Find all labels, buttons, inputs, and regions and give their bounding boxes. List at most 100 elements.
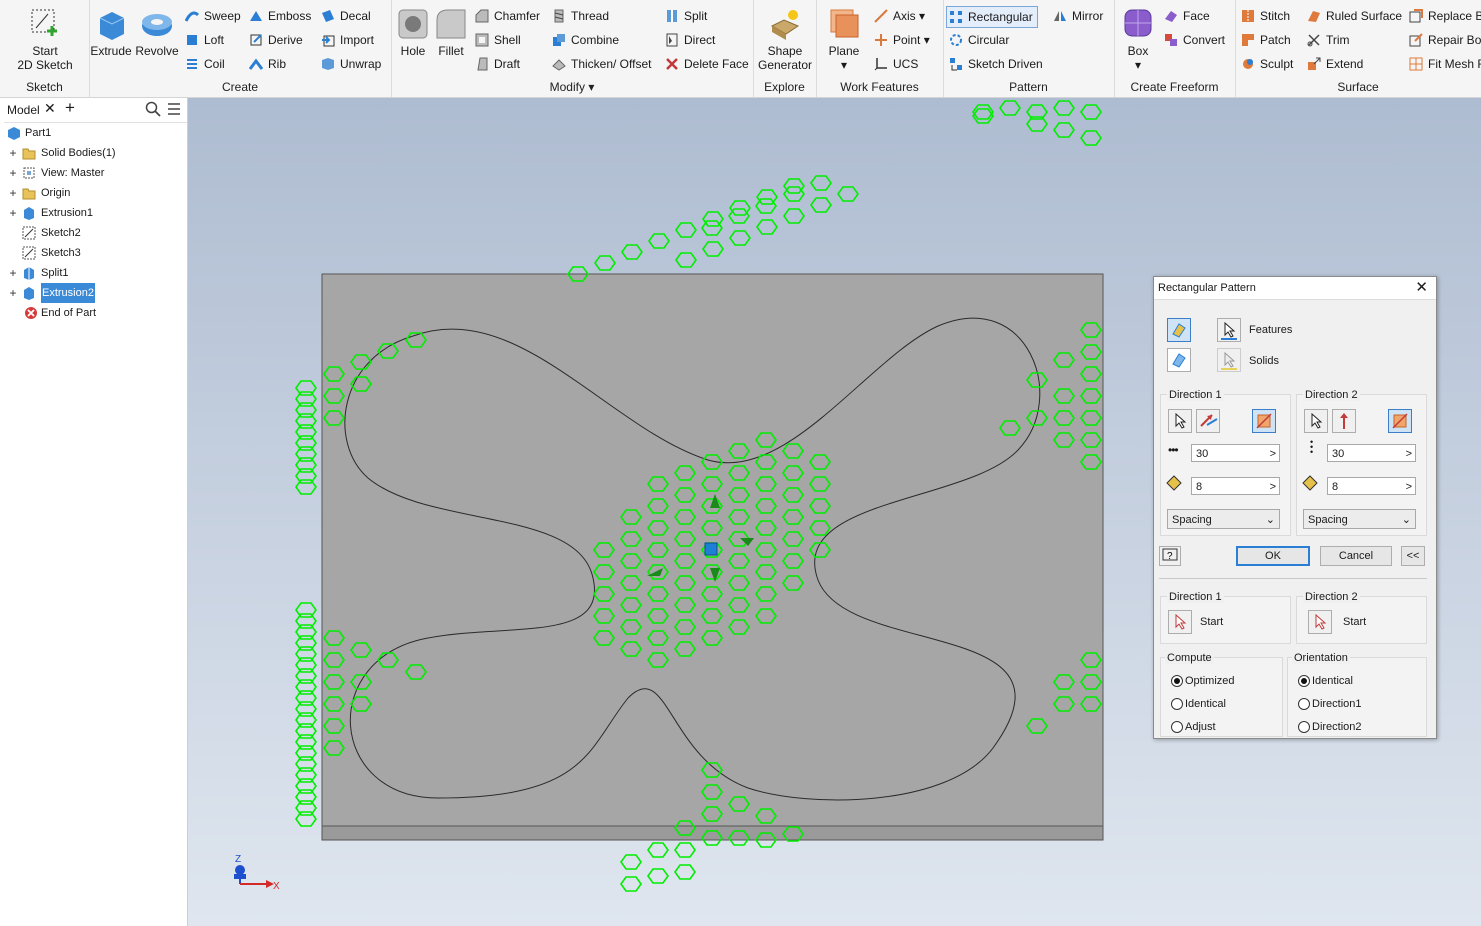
pattern-occurrence[interactable] [295, 657, 317, 673]
dir1-spacing-field[interactable]: 8 > [1191, 477, 1280, 495]
pattern-occurrence[interactable] [783, 208, 805, 224]
chevron-right-icon[interactable]: > [1270, 445, 1276, 463]
pattern-occurrence[interactable] [810, 197, 832, 213]
replace-body-button[interactable]: Replace Bo [1407, 6, 1481, 26]
pattern-occurrence[interactable] [295, 646, 317, 662]
dir1-flip-button[interactable] [1196, 409, 1220, 433]
pattern-occurrence[interactable] [999, 100, 1021, 116]
search-icon[interactable] [145, 101, 161, 120]
tree-item-solid-bodies[interactable]: + Solid Bodies(1) [4, 143, 184, 163]
tree-item-origin[interactable]: + Origin [4, 183, 184, 203]
pattern-occurrence[interactable] [295, 811, 317, 827]
pattern-occurrence[interactable] [295, 723, 317, 739]
sculpt-button[interactable]: Sculpt [1239, 54, 1293, 74]
pattern-occurrence[interactable] [620, 876, 642, 892]
modify-group-label[interactable]: Modify ▾ [391, 80, 753, 94]
expand-icon[interactable]: + [8, 163, 18, 183]
add-tab-icon[interactable]: + [65, 98, 75, 118]
rectangular-pattern-button[interactable]: Rectangular [946, 6, 1038, 28]
loft-button[interactable]: Loft [183, 30, 224, 50]
chevron-right-icon[interactable]: > [1406, 445, 1412, 463]
expand-icon[interactable]: + [8, 203, 18, 223]
combine-button[interactable]: Combine [550, 30, 619, 50]
compute-identical-radio[interactable]: Identical [1169, 695, 1226, 713]
pattern-occurrence[interactable] [295, 391, 317, 407]
pattern-occurrence[interactable] [295, 800, 317, 816]
pattern-occurrence[interactable] [295, 745, 317, 761]
ucs-button[interactable]: UCS [872, 54, 918, 74]
stitch-button[interactable]: Stitch [1239, 6, 1290, 26]
pattern-occurrence[interactable] [295, 624, 317, 640]
pattern-occurrence[interactable] [295, 468, 317, 484]
pattern-occurrence[interactable] [1080, 130, 1102, 146]
dir1-start-button[interactable] [1168, 610, 1192, 634]
extrude-button[interactable]: Extrude [89, 6, 133, 58]
pattern-occurrence[interactable] [295, 668, 317, 684]
chamfer-button[interactable]: Chamfer [473, 6, 540, 26]
decal-button[interactable]: Decal [319, 6, 371, 26]
direct-button[interactable]: Direct [663, 30, 715, 50]
dir1-count-field[interactable]: 30 > [1191, 444, 1280, 462]
dir2-spacing-field[interactable]: 8 > [1327, 477, 1416, 495]
dir2-midplane-button[interactable] [1388, 409, 1412, 433]
pattern-occurrence[interactable] [295, 734, 317, 750]
pattern-occurrence[interactable] [674, 864, 696, 880]
pattern-occurrence[interactable] [621, 244, 643, 260]
pattern-occurrence[interactable] [295, 424, 317, 440]
pattern-occurrence[interactable] [295, 457, 317, 473]
tree-item-part1[interactable]: Part1 [4, 123, 184, 143]
import-button[interactable]: Import [319, 30, 374, 50]
pattern-occurrence[interactable] [295, 789, 317, 805]
unwrap-button[interactable]: Unwrap [319, 54, 381, 74]
dir1-midplane-button[interactable] [1252, 409, 1276, 433]
compute-optimized-radio[interactable]: Optimized [1169, 672, 1235, 690]
orientation-direction1-radio[interactable]: Direction1 [1296, 695, 1362, 713]
shape-generator-button[interactable]: Shape Generator [755, 6, 815, 72]
ok-button[interactable]: OK [1236, 546, 1310, 566]
dir2-flip-button[interactable] [1332, 409, 1356, 433]
pattern-occurrence[interactable] [701, 220, 723, 236]
pattern-occurrence[interactable] [295, 479, 317, 495]
sweep-button[interactable]: Sweep [183, 6, 241, 26]
revolve-button[interactable]: Revolve [133, 6, 181, 58]
pattern-occurrence[interactable] [295, 767, 317, 783]
pattern-occurrence[interactable] [295, 635, 317, 651]
pattern-occurrence[interactable] [594, 255, 616, 271]
box-button[interactable]: Box ▾ [1118, 6, 1158, 72]
pattern-occurrence[interactable] [1053, 100, 1075, 116]
expand-icon[interactable]: + [8, 283, 18, 303]
pattern-occurrence[interactable] [620, 854, 642, 870]
fit-mesh-button[interactable]: Fit Mesh F [1407, 54, 1481, 74]
collapse-button[interactable]: << [1401, 546, 1425, 566]
plane-button[interactable]: Plane ▾ [822, 6, 866, 72]
chevron-right-icon[interactable]: > [1406, 478, 1412, 496]
emboss-button[interactable]: Emboss [247, 6, 311, 26]
coil-button[interactable]: Coil [183, 54, 225, 74]
center-handle[interactable] [704, 542, 718, 556]
dir2-mode-select[interactable]: Spacing ⌄ [1303, 509, 1416, 529]
face-button[interactable]: Face [1162, 6, 1210, 26]
pattern-occurrence[interactable] [837, 186, 859, 202]
tree-item-extrusion2[interactable]: + Extrusion2 [4, 283, 184, 303]
help-button[interactable]: ? [1159, 546, 1181, 566]
pattern-occurrence[interactable] [295, 413, 317, 429]
ruled-surface-button[interactable]: Ruled Surface [1305, 6, 1402, 26]
pattern-occurrence[interactable] [295, 380, 317, 396]
dir2-start-button[interactable] [1308, 610, 1332, 634]
pattern-occurrence[interactable] [729, 230, 751, 246]
pattern-occurrence[interactable] [295, 701, 317, 717]
solids-mode-button[interactable] [1167, 348, 1191, 372]
circular-pattern-button[interactable]: Circular [947, 30, 1009, 50]
derive-button[interactable]: Derive [247, 30, 303, 50]
start-2d-sketch-button[interactable]: Start 2D Sketch [10, 6, 80, 72]
pattern-occurrence[interactable] [295, 446, 317, 462]
thread-button[interactable]: Thread [550, 6, 609, 26]
shell-button[interactable]: Shell [473, 30, 521, 50]
model-tab[interactable]: Model [7, 103, 40, 117]
pattern-occurrence[interactable] [295, 402, 317, 418]
mirror-button[interactable]: Mirror [1051, 6, 1103, 26]
hole-button[interactable]: Hole [395, 6, 431, 58]
pattern-occurrence[interactable] [702, 241, 724, 257]
compute-adjust-radio[interactable]: Adjust [1169, 718, 1216, 736]
tree-item-end-of-part[interactable]: End of Part [4, 303, 184, 323]
